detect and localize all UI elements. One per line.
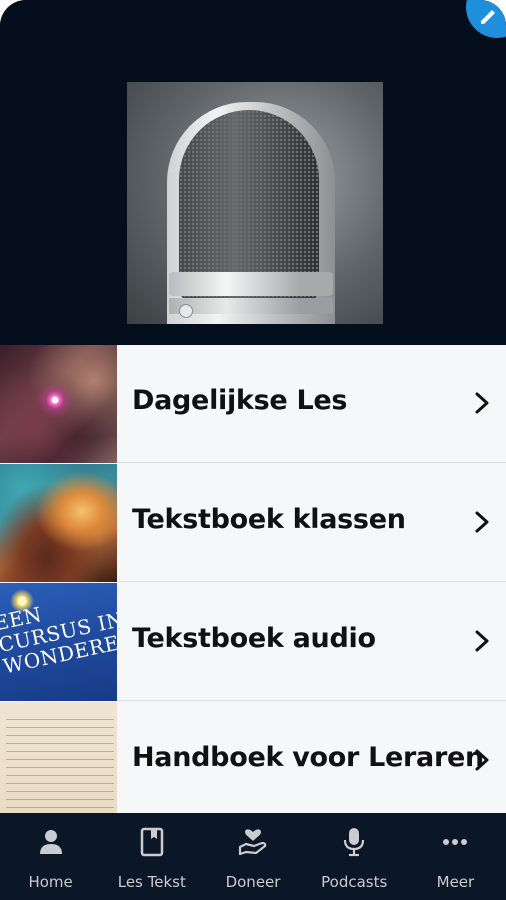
nav-label: Meer xyxy=(436,873,475,891)
nav-item-podcasts[interactable]: Podcasts xyxy=(304,813,405,900)
nav-label: Home xyxy=(28,873,73,891)
pencil-icon xyxy=(481,10,495,24)
hero-header xyxy=(0,0,506,345)
microphone-photo xyxy=(127,82,383,324)
nav-item-meer[interactable]: Meer xyxy=(405,813,506,900)
bottom-nav: Home Les Tekst Doneer Podcasts Meer xyxy=(0,813,506,900)
list-item[interactable]: Tekstboek klassen xyxy=(0,464,506,582)
nav-label: Les Tekst xyxy=(117,873,186,891)
book-icon xyxy=(140,827,164,857)
person-icon xyxy=(39,830,62,854)
chevron-right-icon xyxy=(475,392,489,414)
nav-item-doneer[interactable]: Doneer xyxy=(202,813,303,900)
handbook-page-image xyxy=(0,702,117,813)
list-item-label: Tekstboek klassen xyxy=(132,504,406,535)
space-star-image xyxy=(0,345,117,463)
list-item-label: Tekstboek audio xyxy=(132,623,376,654)
microphone-icon xyxy=(344,828,365,857)
nav-item-home[interactable]: Home xyxy=(0,813,101,900)
mic-switch xyxy=(179,304,193,318)
chevron-right-icon xyxy=(475,511,489,533)
list-item-label: Dagelijkse Les xyxy=(132,385,348,416)
book-cover-image: EEN CURSUS IN WONDEREN xyxy=(0,583,117,701)
handbook-text-lines xyxy=(6,712,114,812)
list-item[interactable]: EEN CURSUS IN WONDEREN Tekstboek audio xyxy=(0,583,506,701)
nav-item-les-tekst[interactable]: Les Tekst xyxy=(101,813,202,900)
nebula-image xyxy=(0,464,117,582)
heart-hand-icon xyxy=(238,829,267,856)
chevron-right-icon xyxy=(475,749,489,771)
nav-label: Podcasts xyxy=(321,873,388,891)
chevron-right-icon xyxy=(475,630,489,652)
list-item[interactable]: Handboek voor Leraren xyxy=(0,702,506,813)
lesson-list: Dagelijkse Les Tekstboek klassen EEN CUR… xyxy=(0,345,506,813)
mic-ring xyxy=(169,272,333,296)
more-dots-icon xyxy=(443,839,468,845)
nav-label: Doneer xyxy=(225,873,281,891)
app-screen: Dagelijkse Les Tekstboek klassen EEN CUR… xyxy=(0,0,506,900)
list-item-label: Handboek voor Leraren xyxy=(132,742,484,773)
mic-base xyxy=(169,298,333,314)
list-item[interactable]: Dagelijkse Les xyxy=(0,345,506,463)
